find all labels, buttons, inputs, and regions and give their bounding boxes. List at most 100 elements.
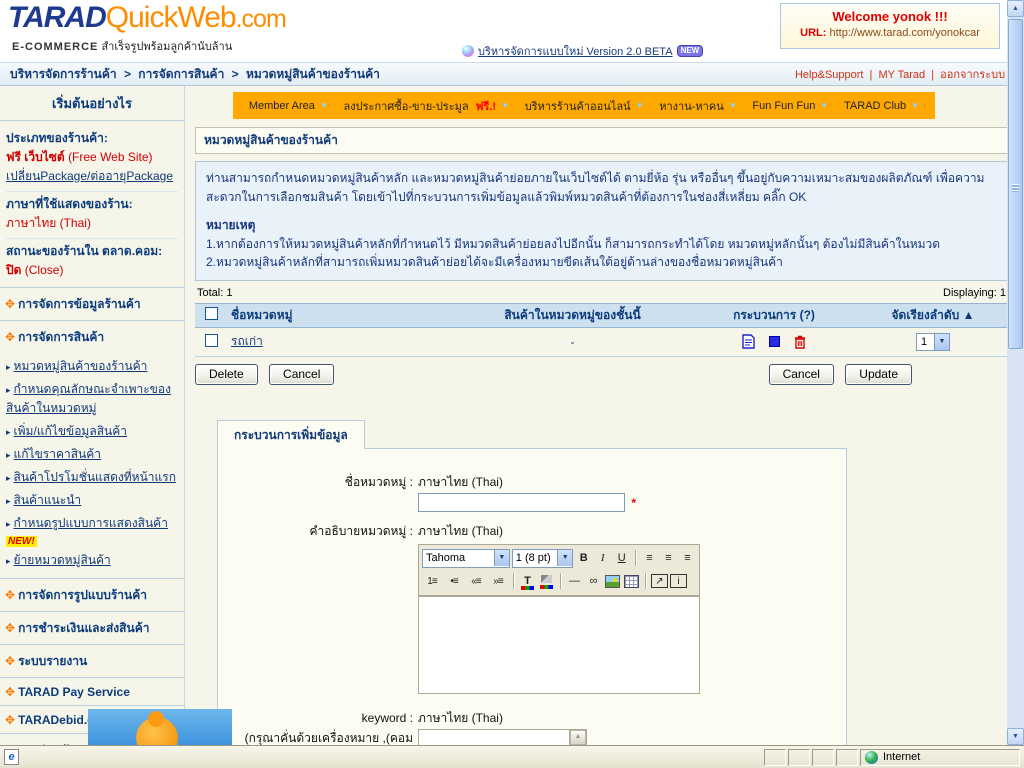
form-tab[interactable]: กระบวนการเพิ่มข้อมูล [217,420,365,449]
category-name-link[interactable]: รถเก่า [231,334,263,348]
toolbar-separator [645,573,646,589]
info-icon[interactable]: i [670,574,687,588]
menu-link[interactable]: กำหนดคุณลักษณะจำเพาะของสินค้าในหมวดหมู่ [6,382,171,415]
section-star-icon: ✥ [5,713,15,727]
bullet-list-icon[interactable]: •≡ [444,572,464,590]
menu-link[interactable]: แก้ไขราคาสินค้า [14,447,101,461]
nav-member-area[interactable]: Member Area▼ [249,100,328,112]
subcategory-icon[interactable] [769,336,780,347]
shop-lang-value: ภาษาไทย (Thai) [6,214,178,233]
product-submenu: ▸หมวดหมู่สินค้าของร้านค้า ▸กำหนดคุณลักษณ… [0,353,184,579]
chevron-down-icon: ▼ [911,101,919,110]
menu-link[interactable]: ย้ายหมวดหมู่สินค้า [14,553,111,567]
description-textarea[interactable] [418,596,700,694]
sort-label: จัดเรียงลำดับ [892,308,960,322]
category-name-input[interactable] [418,493,625,512]
help-support-link[interactable]: Help&Support [795,69,864,81]
logo[interactable]: TARADQuickWeb.com E-COMMERCE สำเร็จรูปพร… [8,2,286,55]
nav-tarad-club[interactable]: TARAD Club▼ [844,100,919,112]
bold-button[interactable]: B [575,549,592,567]
text-color-icon[interactable]: T [519,572,536,590]
cancel-button-right[interactable]: Cancel [769,364,834,385]
new-version-link[interactable]: บริหารจัดการแบบใหม่ Version 2.0 BETA [478,42,673,60]
delete-icon[interactable] [794,335,806,349]
breadcrumb-shop-admin[interactable]: บริหารจัดการร้านค้า [10,67,117,81]
menu-link[interactable]: กำหนดรูปแบบการแสดงสินค้า [14,516,168,530]
sort-asc-icon[interactable]: ▲ [963,308,975,322]
menu-item-move-category[interactable]: ▸ย้ายหมวดหมู่สินค้า [6,549,182,572]
new-badge: NEW! [6,536,37,547]
toolbar-separator [635,550,636,566]
menu-item-attributes[interactable]: ▸กำหนดคุณลักษณะจำเพาะของสินค้าในหมวดหมู่ [6,378,182,420]
section-label: TARAD Pay Service [18,685,130,699]
sidebar-section-tarad-pay[interactable]: ✥TARAD Pay Service [0,678,184,706]
sidebar-section-product-mgmt[interactable]: ✥การจัดการสินค้า [0,321,184,353]
font-family-select[interactable]: Tahoma▼ [422,549,510,568]
indent-icon[interactable]: »≡ [488,572,508,590]
shop-url[interactable]: http://www.tarad.com/yonokcar [829,27,979,39]
popup-window-icon[interactable]: ↗ [651,574,668,588]
menu-link[interactable]: หมวดหมู่สินค้าของร้านค้า [14,359,148,373]
update-button[interactable]: Update [845,364,912,385]
align-center-icon[interactable]: ≡ [660,549,677,567]
breadcrumb-bar: บริหารจัดการร้านค้า > การจัดการสินค้า > … [0,62,1024,86]
menu-item-recommended[interactable]: ▸สินค้าแนะนำ [6,489,182,512]
scrollbar-thumb[interactable] [1008,19,1023,349]
menu-item-categories[interactable]: ▸หมวดหมู่สินค้าของร้านค้า [6,355,182,378]
my-tarad-link[interactable]: MY Tarad [878,69,925,81]
scrollbar-down-icon[interactable]: ▼ [1007,728,1024,745]
breadcrumb-product-mgmt[interactable]: การจัดการสินค้า [138,67,224,81]
edit-icon[interactable] [742,334,755,349]
nav-label: บริหารร้านค้าออนไลน์ [525,97,631,115]
order-select[interactable]: 1 ▼ [916,333,950,351]
scroll-up-icon[interactable]: ▲ [570,730,586,745]
font-size-select[interactable]: 1 (8 pt)▼ [512,549,573,568]
shop-info-panel: ประเภทของร้านค้า: ฟรี เว็บไซต์ (Free Web… [0,121,184,288]
nav-post-free[interactable]: ลงประกาศซื้อ-ขาย-ประมูลฟรี.!▼ [344,97,509,115]
underline-button[interactable]: U [613,549,630,567]
italic-button[interactable]: I [594,549,611,567]
menu-item-display-style[interactable]: ▸กำหนดรูปแบบการแสดงสินค้า NEW! [6,512,182,549]
align-right-icon[interactable]: ≡ [679,549,696,567]
promo-banner[interactable] [88,709,232,745]
menu-item-add-edit-product[interactable]: ▸เพิ่ม/แก้ไขข้อมูลสินค้า [6,420,182,443]
scrollbar-up-icon[interactable]: ▲ [1007,0,1024,17]
process-icons [690,334,858,349]
delete-button[interactable]: Delete [195,364,258,385]
align-left-icon[interactable]: ≡ [641,549,658,567]
highlight-color-icon[interactable] [538,572,555,590]
sidebar-section-payment[interactable]: ✥การชำระเงินและส่งสินค้า [0,612,184,645]
col-sort-order: จัดเรียงลำดับ ▲ [858,306,1008,325]
outdent-icon[interactable]: «≡ [466,572,486,590]
bullet-arrow-icon: ▸ [6,473,11,483]
status-bar: e Internet [0,745,1024,768]
row-checkbox[interactable] [205,334,218,347]
nav-online-shop[interactable]: บริหารร้านค้าออนไลน์▼ [525,97,644,115]
horizontal-rule-icon[interactable]: — [566,572,583,590]
vertical-scrollbar[interactable]: ▲ ▼ [1007,0,1024,745]
howto-header: เริ่มต้นอย่างไร [0,86,184,121]
logo-tagline: E-COMMERCE สำเร็จรูปพร้อมลูกค้านับล้าน [8,37,286,55]
cancel-button-left[interactable]: Cancel [269,364,334,385]
menu-item-promotion[interactable]: ▸สินค้าโปรโมชั่นแสดงที่หน้าแรก [6,466,182,489]
nav-fun[interactable]: Fun Fun Fun▼ [752,100,828,112]
ordered-list-icon[interactable]: 1≡ [422,572,442,590]
sidebar-section-reports[interactable]: ✥ระบบรายงาน [0,645,184,678]
shop-type-label: ประเภทของร้านค้า: [6,129,178,148]
nav-jobs[interactable]: หางาน-หาคน▼ [659,97,736,115]
sidebar-section-shop-design[interactable]: ✥การจัดการรูปแบบร้านค้า [0,579,184,612]
logout-link[interactable]: ออกจากระบบ [940,69,1005,81]
shop-lang-label: ภาษาที่ใช้แสดงของร้าน: [6,195,178,214]
insert-table-icon[interactable] [623,572,640,590]
insert-link-icon[interactable]: ∞ [585,572,602,590]
menu-link[interactable]: เพิ่ม/แก้ไขข้อมูลสินค้า [14,424,127,438]
change-package-link[interactable]: เปลี่ยนPackage/ต่ออายุPackage [6,169,173,183]
insert-image-icon[interactable] [604,572,621,590]
menu-link[interactable]: สินค้าแนะนำ [14,493,82,507]
note-line-2: 2.หมวดหมู่สินค้าหลักที่สามารถเพิ่มหมวดสิ… [206,253,997,272]
sidebar-section-shop-data[interactable]: ✥การจัดการข้อมูลร้านค้า [0,288,184,321]
nav-label: ลงประกาศซื้อ-ขาย-ประมูล [344,97,469,115]
menu-link[interactable]: สินค้าโปรโมชั่นแสดงที่หน้าแรก [14,470,176,484]
menu-item-edit-price[interactable]: ▸แก้ไขราคาสินค้า [6,443,182,466]
select-all-checkbox[interactable] [205,307,218,320]
